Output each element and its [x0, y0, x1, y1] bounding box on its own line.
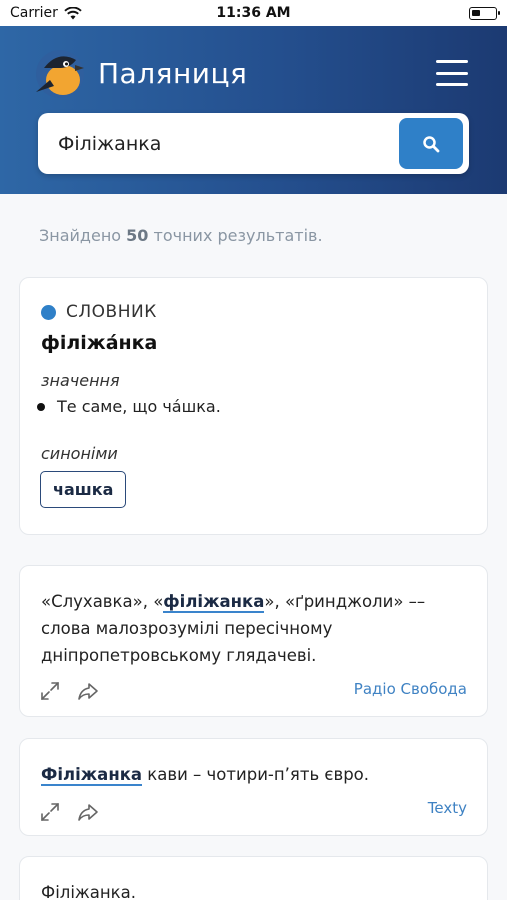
menu-bar	[436, 60, 468, 63]
quote-text-post: Філіжанка.	[41, 883, 137, 900]
carrier-label: Carrier	[10, 5, 58, 21]
result-count-number: 50	[126, 226, 149, 245]
menu-bar	[436, 71, 468, 75]
search-input[interactable]	[58, 113, 398, 174]
wifi-icon	[64, 6, 82, 19]
hamburger-menu-button[interactable]	[436, 60, 468, 86]
quote-actions	[39, 801, 99, 823]
meaning-text: Те саме, що чáшка.	[57, 397, 221, 416]
share-icon[interactable]	[77, 801, 99, 823]
menu-bar	[436, 83, 468, 86]
quote-highlight: філіжанка	[163, 592, 265, 613]
quote-text: «Слухавка», «філіжанка», «ґринджоли» –– …	[41, 588, 471, 669]
app-title: Паляниця	[98, 57, 248, 90]
result-count-suffix: точних результатів.	[153, 226, 323, 245]
bullet-icon	[37, 402, 45, 411]
quote-text: Філіжанка кави – чотири-п’ять євро.	[41, 761, 471, 788]
quote-card: Філіжанка.	[19, 856, 488, 900]
share-icon[interactable]	[77, 680, 99, 702]
meaning-item: Те саме, що чáшка.	[37, 397, 221, 416]
dictionary-label: СЛОВНИК	[66, 302, 157, 322]
status-left: Carrier	[10, 5, 82, 21]
app-header: Паляниця	[0, 26, 507, 194]
quote-highlight: Філіжанка	[41, 765, 143, 786]
status-bar: Carrier 11:36 AM	[0, 0, 507, 26]
quote-card: «Слухавка», «філіжанка», «ґринджоли» –– …	[19, 565, 488, 717]
quote-text-pre: «Слухавка», «	[41, 592, 164, 611]
result-count: Знайдено 50 точних результатів.	[39, 226, 323, 245]
battery-icon	[469, 6, 500, 20]
quote-source-link[interactable]: Радіо Свобода	[354, 680, 467, 698]
result-count-prefix: Знайдено	[39, 226, 122, 245]
dictionary-card[interactable]: СЛОВНИК філіжáнка значення Те саме, що ч…	[19, 277, 488, 535]
dictionary-dot-icon	[41, 304, 56, 320]
synonym-tag[interactable]: чашка	[40, 471, 127, 508]
headword: філіжáнка	[41, 332, 158, 354]
search-icon	[423, 135, 440, 152]
quote-text-post: кави – чотири-п’ять євро.	[142, 765, 370, 784]
synonyms-label: синоніми	[41, 444, 118, 463]
quote-source-link[interactable]: Texty	[428, 799, 467, 817]
dictionary-header: СЛОВНИК	[41, 302, 157, 322]
search-box	[38, 113, 469, 174]
search-button[interactable]	[399, 118, 463, 169]
status-time: 11:36 AM	[216, 5, 291, 21]
quote-text: Філіжанка.	[41, 879, 471, 900]
quote-actions	[39, 680, 99, 702]
quote-card: Філіжанка кави – чотири-п’ять євро. Text…	[19, 738, 488, 836]
bird-logo-icon	[36, 50, 84, 98]
meaning-label: значення	[41, 371, 120, 390]
expand-icon[interactable]	[39, 801, 61, 823]
expand-icon[interactable]	[39, 680, 61, 702]
